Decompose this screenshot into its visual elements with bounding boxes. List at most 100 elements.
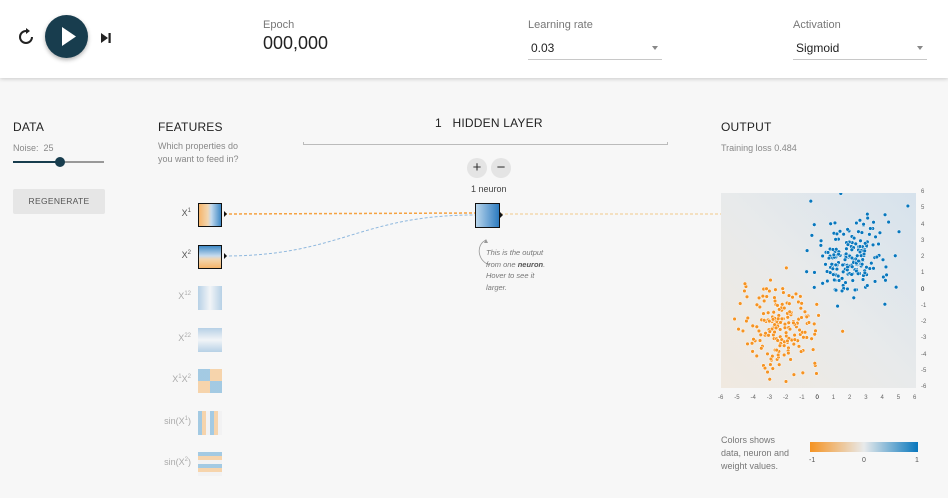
data-point [814, 302, 819, 307]
add-neuron-button[interactable]: + [467, 158, 487, 178]
data-point [883, 278, 888, 283]
data-point [831, 272, 836, 277]
link-x2-neuron[interactable] [223, 214, 476, 257]
data-point [804, 314, 809, 320]
data-point [802, 309, 808, 314]
data-point [768, 277, 773, 283]
neuron-note: This is the output from one neuron. Hove… [486, 248, 546, 292]
data-point [768, 362, 773, 367]
data-point [883, 264, 889, 270]
data-point [836, 273, 841, 279]
data-point [833, 237, 838, 242]
data-point [825, 250, 831, 255]
y-tick-label: -1 [921, 302, 927, 309]
data-point [893, 253, 898, 258]
y-tick-label: 5 [921, 205, 925, 212]
color-legend-bar [810, 442, 918, 452]
data-point [851, 235, 857, 241]
data-point [850, 278, 855, 283]
y-tick-label: -2 [921, 319, 927, 325]
data-point [787, 301, 792, 306]
data-point [813, 328, 818, 333]
data-point [792, 332, 797, 338]
data-point [770, 317, 776, 322]
data-point [857, 249, 863, 255]
data-point [834, 231, 840, 237]
data-point [862, 248, 867, 254]
data-point [791, 341, 796, 347]
x-tick-label: 3 [864, 395, 868, 401]
data-point [868, 226, 873, 231]
data-point [766, 310, 771, 315]
data-point [785, 338, 790, 344]
data-point [863, 241, 868, 246]
data-point [871, 220, 876, 225]
y-tick-label: 6 [921, 189, 925, 195]
data-point [841, 232, 846, 237]
data-point [760, 293, 765, 299]
data-point [757, 304, 763, 310]
data-point [736, 327, 741, 332]
data-point [882, 212, 888, 217]
data-point [798, 294, 803, 299]
data-point [801, 335, 806, 340]
data-point [845, 286, 850, 292]
neuron-count-label: 1 neuron [471, 184, 507, 194]
x-tick-label: 5 [896, 395, 901, 401]
data-point [786, 320, 791, 325]
data-point [785, 315, 790, 320]
data-point [762, 365, 768, 371]
data-point [860, 277, 866, 282]
data-point [754, 353, 759, 359]
data-point [845, 227, 850, 232]
data-point [783, 379, 789, 384]
data-point [777, 307, 782, 312]
data-point [783, 330, 789, 335]
data-point [787, 309, 792, 314]
data-point [837, 229, 843, 234]
data-point [833, 288, 839, 293]
data-point [780, 286, 785, 291]
data-point [825, 278, 830, 284]
data-point [886, 219, 891, 225]
data-point [865, 283, 870, 288]
data-point [765, 351, 770, 357]
x1-output-arrow [224, 211, 227, 217]
remove-neuron-button[interactable]: − [491, 158, 511, 178]
data-point [851, 295, 856, 300]
hidden-layer-title: 1 HIDDEN LAYER [435, 116, 543, 130]
data-point [816, 313, 821, 318]
data-point [791, 372, 797, 377]
data-point [852, 287, 858, 293]
data-point [830, 247, 836, 252]
data-point [786, 293, 792, 298]
data-point [832, 277, 837, 283]
legend-max: 1 [915, 457, 919, 464]
x-tick-label: -2 [783, 395, 789, 401]
data-point [834, 267, 840, 272]
data-point [849, 247, 854, 252]
data-point [804, 248, 810, 253]
legend-min: -1 [809, 457, 816, 464]
data-point [856, 258, 861, 264]
data-point [877, 230, 883, 235]
link-x1-neuron[interactable] [223, 212, 476, 215]
data-point [812, 222, 817, 227]
data-point [857, 218, 863, 223]
data-point [767, 288, 772, 294]
data-point [773, 325, 779, 331]
data-point [855, 271, 861, 276]
data-point [850, 264, 855, 269]
legend-description: Colors shows data, neuron and weight val… [721, 435, 790, 471]
data-point [756, 295, 762, 301]
hidden-neuron[interactable] [475, 203, 500, 228]
data-point [802, 330, 808, 335]
output-title: OUTPUT [721, 120, 772, 134]
training-loss-value: 0.484 [774, 143, 797, 153]
data-point [812, 361, 817, 366]
output-plot[interactable] [721, 191, 916, 388]
data-point [738, 301, 743, 306]
data-point [798, 349, 804, 354]
data-point [791, 320, 796, 325]
data-point [839, 276, 845, 281]
